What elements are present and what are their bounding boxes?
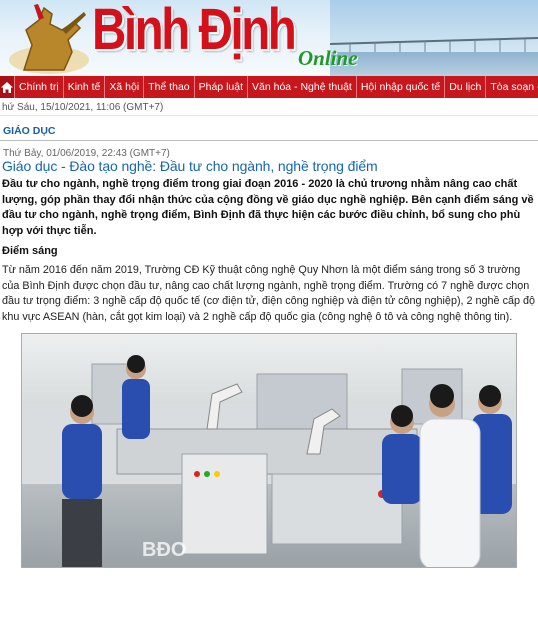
photo-scene bbox=[62, 355, 512, 567]
nav-item-hoi-nhap[interactable]: Hội nhập quốc tế bbox=[357, 76, 446, 98]
article-title: Giáo dục - Đào tạo nghề: Đầu tư cho ngàn… bbox=[2, 158, 378, 174]
article-body: Từ năm 2016 đến năm 2019, Trường CĐ Kỹ t… bbox=[2, 264, 535, 323]
site-title[interactable]: Bình Định bbox=[92, 0, 297, 63]
home-icon bbox=[1, 81, 13, 93]
site-banner[interactable]: Bình Định Online bbox=[0, 0, 538, 76]
nav-item-van-hoa[interactable]: Văn hóa - Nghệ thuật bbox=[248, 76, 357, 98]
article-lead: Đầu tư cho ngành, nghề trọng điểm trong … bbox=[2, 178, 534, 237]
nav-item-chinh-tri[interactable]: Chính trị bbox=[15, 76, 64, 98]
nav-item-xa-hoi[interactable]: Xã hội bbox=[105, 76, 145, 98]
article-subheading: Điểm sáng bbox=[2, 245, 58, 257]
statue-logo-icon bbox=[9, 4, 89, 74]
nav-item-du-lich[interactable]: Du lịch bbox=[445, 76, 487, 98]
current-date: hứ Sáu, 15/10/2021, 11:06 (GMT+7) bbox=[0, 100, 538, 116]
section-title[interactable]: GIÁO DỤC bbox=[3, 125, 56, 137]
article-photo: BĐO bbox=[21, 333, 517, 568]
nav-home[interactable] bbox=[0, 76, 15, 98]
site-title-suffix: Online bbox=[298, 46, 358, 70]
nav-item-kinh-te[interactable]: Kinh tế bbox=[64, 76, 106, 98]
nav-item-toa-soan[interactable]: Tòa soạn - B bbox=[486, 76, 538, 98]
banner-water bbox=[330, 52, 538, 76]
section-header: GIÁO DỤC bbox=[0, 121, 538, 141]
nav-item-the-thao[interactable]: Thể thao bbox=[144, 76, 195, 98]
bridge-illustration bbox=[330, 37, 538, 54]
main-navigation: Chính trị Kinh tế Xã hội Thể thao Pháp l… bbox=[0, 76, 538, 98]
nav-item-phap-luat[interactable]: Pháp luật bbox=[195, 76, 248, 98]
photo-watermark: BĐO bbox=[142, 539, 187, 561]
